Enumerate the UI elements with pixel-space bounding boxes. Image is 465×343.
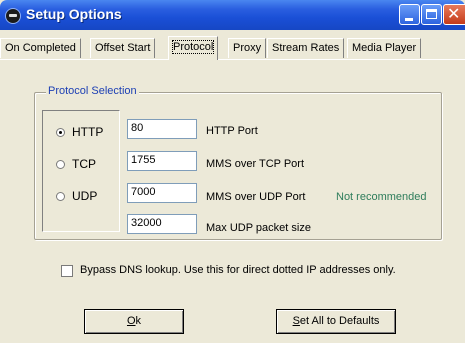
radio-tcp[interactable]: TCP (56, 157, 116, 171)
radio-http[interactable]: HTTP (56, 125, 116, 139)
tab-proxy[interactable]: Proxy (228, 38, 267, 58)
defaults-label: et All to Defaults (299, 315, 380, 327)
tab-label: Media Player (352, 42, 417, 54)
app-icon[interactable] (5, 8, 21, 24)
max-udp-packet-field[interactable]: 32000 (127, 214, 197, 234)
maximize-button[interactable] (421, 4, 442, 25)
tab-offset-start[interactable]: Offset Start (90, 38, 156, 58)
tab-protocol[interactable]: Protocol (168, 36, 219, 60)
bypass-dns-checkbox[interactable] (61, 265, 73, 277)
close-button[interactable]: ✕ (443, 4, 465, 25)
maximize-icon (426, 9, 437, 19)
radio-dot-icon (56, 128, 65, 137)
tcp-port-field[interactable]: 1755 (127, 151, 197, 171)
tab-label: Offset Start (95, 42, 151, 54)
window-title: Setup Options (26, 6, 122, 22)
tcp-port-label: MMS over TCP Port (206, 158, 305, 170)
udp-port-label: MMS over UDP Port (206, 191, 306, 203)
ok-button[interactable]: Ok (84, 309, 184, 334)
radio-label: TCP (72, 157, 96, 171)
title-bar[interactable]: Setup Options ✕ (0, 0, 465, 30)
defaults-mnemonic: S (292, 315, 300, 327)
radio-label: UDP (72, 189, 98, 203)
tab-media-player[interactable]: Media Player (347, 38, 422, 58)
tab-panel-border (0, 59, 465, 60)
udp-port-field[interactable]: 7000 (127, 183, 197, 203)
tab-label: Stream Rates (272, 42, 340, 54)
ok-mnemonic: O (126, 315, 136, 327)
bypass-dns-label[interactable]: Bypass DNS lookup. Use this for direct d… (80, 264, 396, 276)
radio-dot-icon (56, 160, 65, 169)
group-title: Protocol Selection (46, 85, 139, 97)
radio-udp[interactable]: UDP (56, 189, 116, 203)
tab-label: On Completed (5, 42, 76, 54)
set-all-to-defaults-button[interactable]: Set All to Defaults (276, 309, 396, 334)
http-port-label: HTTP Port (206, 125, 258, 137)
tab-label: Protocol (171, 40, 215, 54)
minimize-button[interactable] (399, 4, 420, 25)
tab-on-completed[interactable]: On Completed (0, 38, 81, 58)
radio-label: HTTP (72, 125, 104, 139)
http-port-field[interactable]: 80 (127, 119, 197, 139)
tab-strip: On Completed Offset Start Protocol Proxy… (0, 36, 465, 60)
minimize-icon (405, 18, 413, 21)
close-icon: ✕ (447, 6, 461, 23)
max-udp-packet-label: Max UDP packet size (206, 222, 311, 234)
ok-label: k (135, 315, 142, 327)
radio-dot-icon (56, 192, 65, 201)
udp-not-recommended-note: Not recommended (336, 191, 427, 203)
tab-stream-rates[interactable]: Stream Rates (267, 38, 345, 58)
tab-label: Proxy (233, 42, 262, 54)
